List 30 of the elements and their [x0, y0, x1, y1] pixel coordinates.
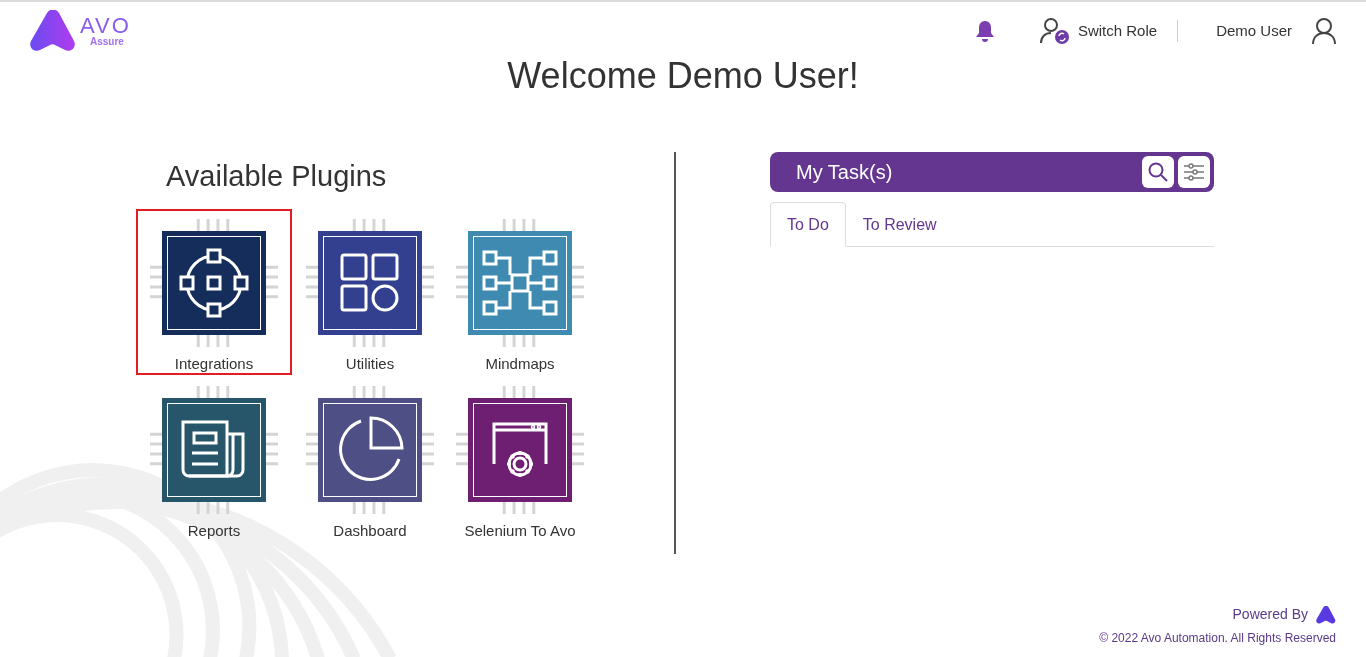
section-title: Available Plugins [166, 162, 388, 191]
sliders-icon [1183, 163, 1205, 181]
task-tab[interactable]: To Do [770, 202, 846, 247]
plugin-tile[interactable]: Reports [136, 376, 292, 542]
switch-role-button[interactable]: Switch Role [1039, 18, 1158, 44]
plugin-label: Integrations [173, 354, 255, 373]
search-icon [1148, 162, 1168, 182]
powered-by-text: Powered By [1232, 605, 1308, 624]
plugin-tile[interactable]: Integrations [136, 209, 292, 375]
search-button[interactable] [1142, 156, 1174, 188]
filter-button[interactable] [1178, 156, 1210, 188]
plugin-label: Reports [186, 521, 242, 540]
welcome-title: Welcome Demo User! [506, 58, 860, 94]
copyright-text: © 2022 Avo Automation. All Rights Reserved [1099, 630, 1336, 647]
plugin-label: Dashboard [332, 521, 408, 540]
task-tab[interactable]: To Review [845, 202, 954, 247]
logo-icon [1316, 605, 1336, 624]
logo-icon [30, 10, 76, 52]
user-menu-button[interactable]: Demo User [1216, 18, 1336, 44]
logo-subtitle: Assure [90, 37, 125, 47]
plugin-label: Selenium To Avo [463, 521, 577, 540]
apps-grid-icon [340, 252, 400, 313]
mind-map-icon [482, 249, 558, 316]
plugin-label: Mindmaps [484, 354, 556, 373]
switch-role-icon [1039, 18, 1070, 44]
logo-name: AVO [80, 15, 131, 37]
user-icon [1312, 18, 1336, 44]
notification-bell-icon[interactable] [974, 20, 995, 42]
tasks-title: My Task(s) [796, 160, 893, 185]
plugin-label: Utilities [344, 354, 396, 373]
